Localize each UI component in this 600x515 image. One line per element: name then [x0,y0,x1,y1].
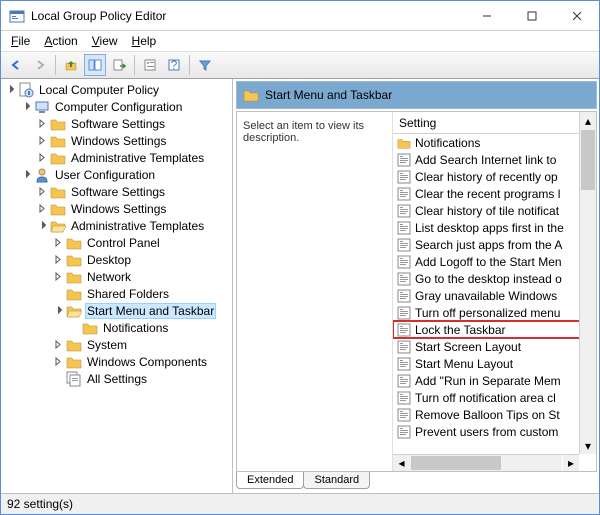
setting-row[interactable]: Lock the Taskbar [393,321,596,338]
setting-row[interactable]: Clear history of tile notificat [393,202,596,219]
tree-admin-all-settings[interactable]: All Settings [3,370,230,387]
setting-row[interactable]: Turn off personalized menu [393,304,596,321]
menu-view[interactable]: View [86,32,124,50]
tab-standard[interactable]: Standard [303,472,370,489]
tree-admin-control-panel[interactable]: Control Panel [3,234,230,251]
setting-row[interactable]: Clear history of recently op [393,168,596,185]
scroll-left-icon[interactable]: ◂ [393,455,410,471]
settings-list-pane: Setting NotificationsAdd Search Internet… [392,112,596,471]
setting-row[interactable]: Add Search Internet link to [393,151,596,168]
up-button[interactable] [60,54,82,76]
setting-row[interactable]: Add Logoff to the Start Men [393,253,596,270]
setting-row[interactable]: Go to the desktop instead o [393,270,596,287]
setting-row[interactable]: Gray unavailable Windows [393,287,596,304]
tree-computer-config[interactable]: Computer Configuration [3,98,230,115]
setting-row[interactable]: List desktop apps first in the [393,219,596,236]
tree-user-windows[interactable]: Windows Settings [3,200,230,217]
tree-admin-shared-folders[interactable]: Shared Folders [3,285,230,302]
setting-row[interactable]: Notifications [393,134,596,151]
details-pane: Start Menu and Taskbar Select an item to… [233,79,599,494]
setting-row[interactable]: Prevent users from custom [393,423,596,440]
scroll-up-icon[interactable]: ▴ [580,112,596,129]
toolbar: ? [1,51,599,79]
svg-text:?: ? [171,58,178,72]
scroll-down-icon[interactable]: ▾ [580,437,596,454]
menu-file[interactable]: File [5,32,36,50]
folder-icon [243,87,259,103]
setting-row[interactable]: Start Menu Layout [393,355,596,372]
menu-help[interactable]: Help [126,32,163,50]
description-text: Select an item to view its description. [237,112,392,471]
vertical-scrollbar[interactable]: ▴ ▾ [579,112,596,454]
settings-list[interactable]: NotificationsAdd Search Internet link to… [393,134,596,471]
tab-extended[interactable]: Extended [236,472,304,489]
setting-row[interactable]: Turn off notification area cl [393,389,596,406]
app-icon [9,8,25,24]
tree-admin-windows-components[interactable]: Windows Components [3,353,230,370]
tree-pane: Local Computer PolicyComputer Configurat… [1,79,233,494]
filter-button[interactable] [194,54,216,76]
titlebar: Local Group Policy Editor [1,1,599,31]
window-title: Local Group Policy Editor [31,9,464,23]
tree-admin-desktop[interactable]: Desktop [3,251,230,268]
details-tabs: Extended Standard [236,472,597,494]
tree-root[interactable]: Local Computer Policy [3,81,230,98]
forward-button[interactable] [29,54,51,76]
setting-row[interactable]: Add "Run in Separate Mem [393,372,596,389]
setting-row[interactable]: Search just apps from the A [393,236,596,253]
column-header-setting[interactable]: Setting [393,112,596,134]
help-button[interactable]: ? [163,54,185,76]
horizontal-scrollbar[interactable]: ◂ ▸ [393,454,579,471]
maximize-button[interactable] [509,1,554,30]
setting-row[interactable]: Remove Balloon Tips on St [393,406,596,423]
close-button[interactable] [554,1,599,30]
tree-computer-child-2[interactable]: Administrative Templates [3,149,230,166]
tree-start-menu-taskbar[interactable]: Start Menu and Taskbar [3,302,230,319]
tree-computer-child-1[interactable]: Windows Settings [3,132,230,149]
tree-admin-templates[interactable]: Administrative Templates [3,217,230,234]
menu-action[interactable]: Action [38,32,83,50]
menubar: File Action View Help [1,31,599,51]
tree-admin-system[interactable]: System [3,336,230,353]
tree-notifications[interactable]: Notifications [3,319,230,336]
status-text: 92 setting(s) [7,497,73,511]
tree-user-software[interactable]: Software Settings [3,183,230,200]
back-button[interactable] [5,54,27,76]
minimize-button[interactable] [464,1,509,30]
scroll-right-icon[interactable]: ▸ [562,455,579,471]
setting-row[interactable]: Start Screen Layout [393,338,596,355]
properties-button[interactable] [139,54,161,76]
tree-user-config[interactable]: User Configuration [3,166,230,183]
export-list-button[interactable] [108,54,130,76]
scroll-thumb[interactable] [411,456,501,470]
details-header: Start Menu and Taskbar [236,81,597,109]
tree-computer-child-0[interactable]: Software Settings [3,115,230,132]
tree-admin-network[interactable]: Network [3,268,230,285]
scroll-thumb[interactable] [581,130,595,190]
setting-row[interactable]: Clear the recent programs l [393,185,596,202]
details-title: Start Menu and Taskbar [265,88,392,102]
show-hide-tree-button[interactable] [84,54,106,76]
statusbar: 92 setting(s) [1,493,599,514]
